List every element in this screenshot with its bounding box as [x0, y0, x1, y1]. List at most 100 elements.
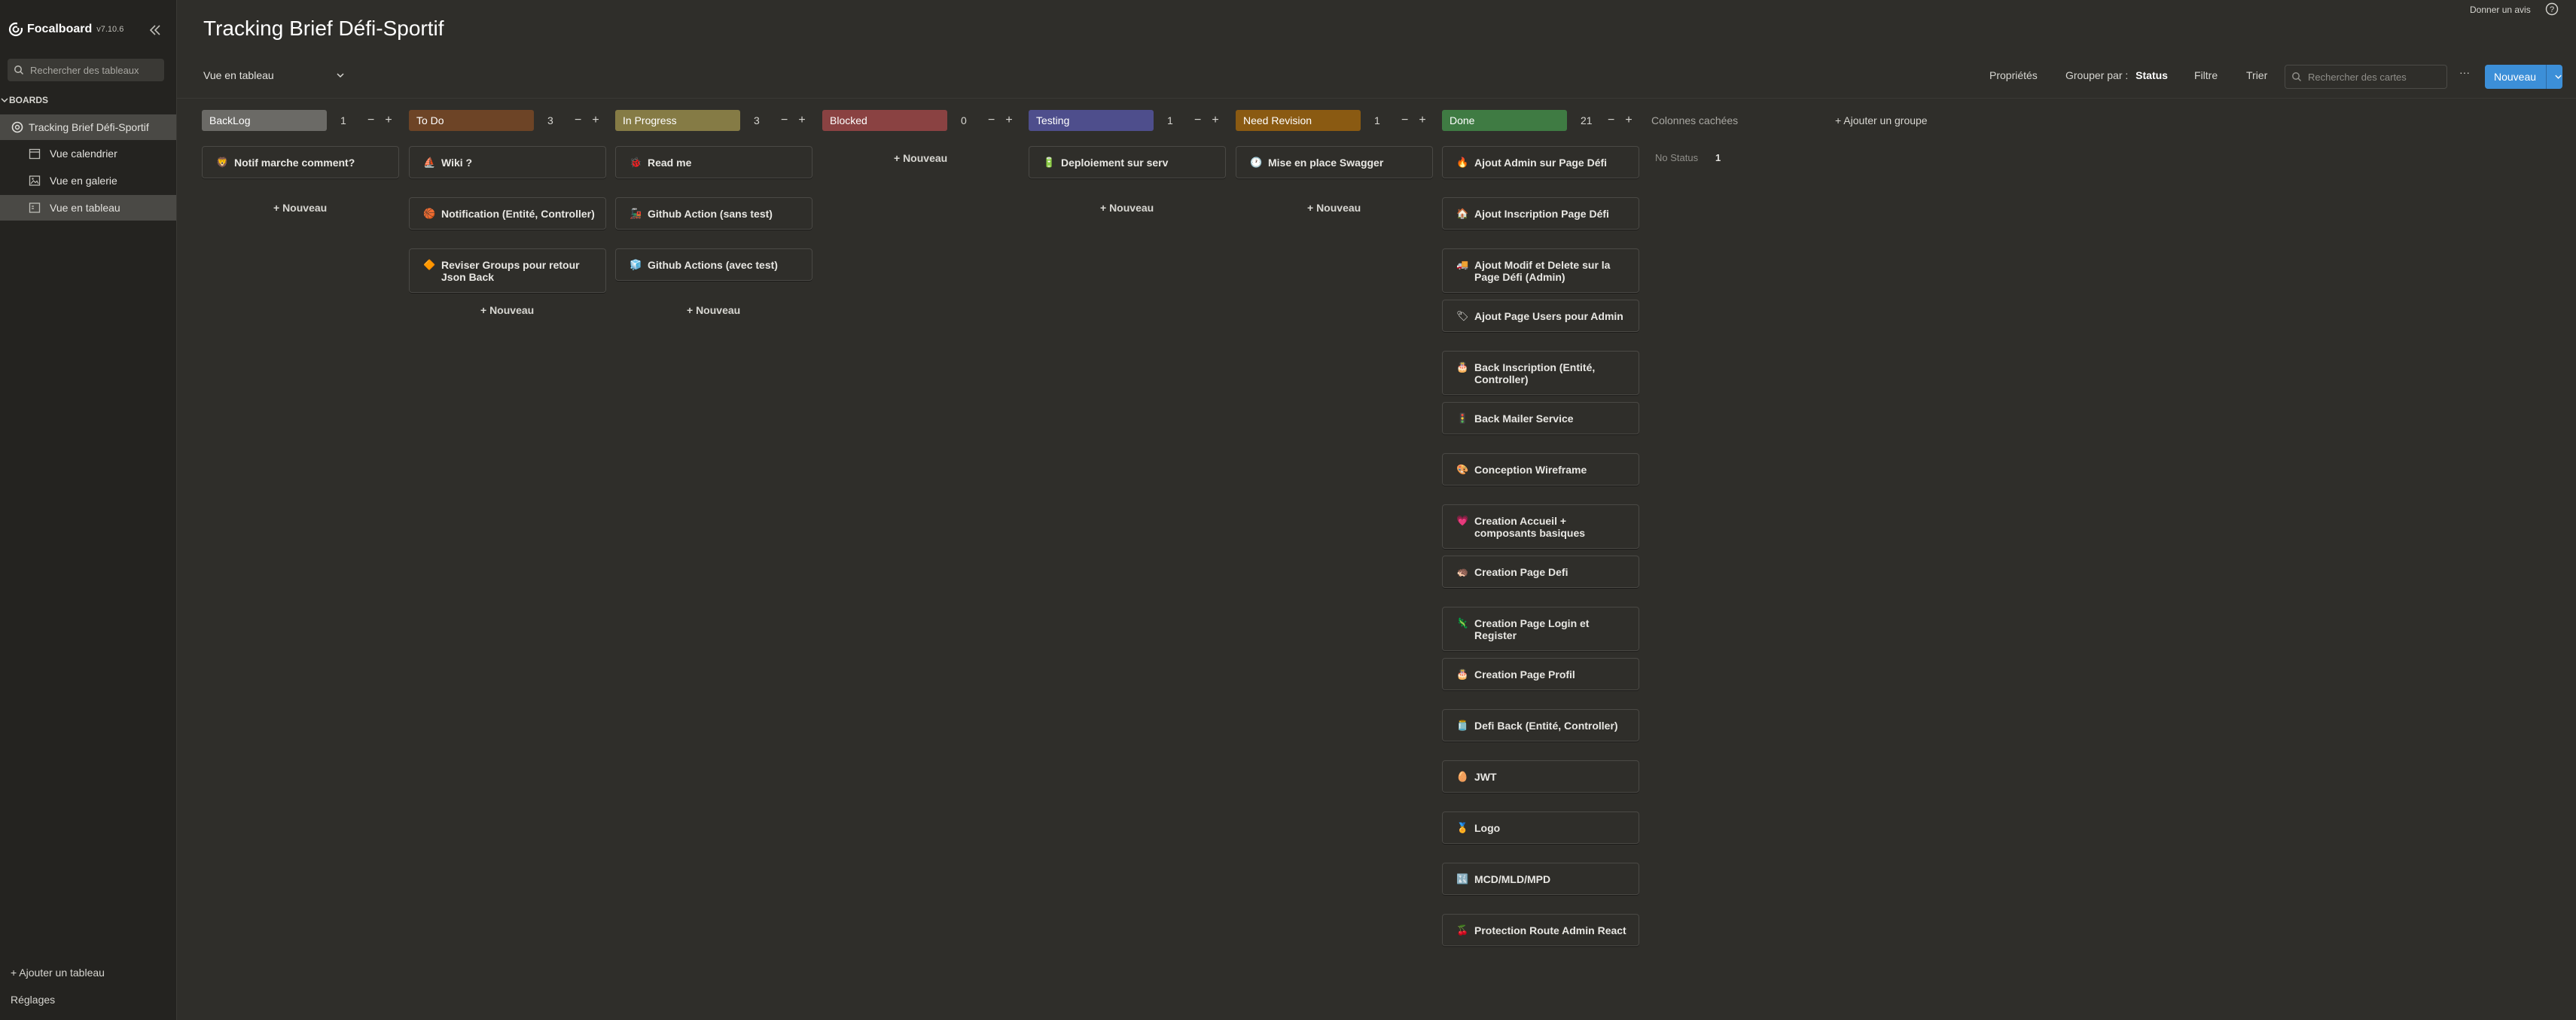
collapse-sidebar-icon[interactable]	[148, 23, 163, 38]
card-title: Back Mailer Service	[1474, 413, 1574, 425]
column-title[interactable]: Done	[1442, 110, 1567, 131]
column-header: Done 21 − +	[1442, 110, 1632, 131]
add-card-button[interactable]: + Nouveau	[894, 152, 947, 164]
card-title: Back Inscription (Entité, Controller)	[1474, 361, 1596, 385]
chevron-down-icon[interactable]	[2554, 72, 2562, 81]
view-selector[interactable]: Vue en tableau	[203, 69, 345, 81]
board-card[interactable]: 🐞 Read me	[615, 146, 812, 178]
column-options-button[interactable]: −	[367, 114, 374, 127]
column-add-button[interactable]: +	[1005, 114, 1012, 127]
sidebar-item-gallery[interactable]: Vue en galerie	[0, 168, 176, 193]
board-card[interactable]: 🎂 Back Inscription (Entité, Controller)	[1442, 351, 1639, 395]
board-card[interactable]: ⛵ Wiki ?	[409, 146, 606, 178]
column-add-button[interactable]: +	[385, 114, 392, 127]
no-status-column[interactable]: No Status	[1655, 152, 1698, 163]
more-options-button[interactable]: ···	[2459, 66, 2470, 78]
card-emoji-icon: 🔣	[1456, 873, 1469, 885]
new-card-button[interactable]: Nouveau	[2485, 65, 2562, 89]
column-options-button[interactable]: −	[988, 114, 995, 127]
sidebar: Focalboard v7.10.6 BOARDS Tracking Brief…	[0, 0, 177, 1020]
column-add-button[interactable]: +	[1625, 114, 1632, 127]
column-options-button[interactable]: −	[1608, 114, 1614, 127]
card-title: Github Actions (avec test)	[648, 259, 778, 271]
card-emoji-icon: 🏀	[423, 208, 436, 219]
board-card[interactable]: 🧊 Github Actions (avec test)	[615, 248, 812, 281]
add-card-button[interactable]: + Nouveau	[273, 202, 327, 214]
column-title[interactable]: BackLog	[202, 110, 327, 131]
card-emoji-icon: 💗	[1456, 515, 1469, 526]
column-add-button[interactable]: +	[798, 114, 805, 127]
column-add-button[interactable]: +	[1212, 114, 1218, 127]
board-card[interactable]: 🏀 Notification (Entité, Controller)	[409, 197, 606, 230]
column-count: 21	[1581, 114, 1593, 126]
feedback-link[interactable]: Donner un avis	[2470, 5, 2531, 15]
button-separator	[2546, 65, 2547, 89]
board-card[interactable]: 🔣 MCD/MLD/MPD	[1442, 863, 1639, 895]
column-title[interactable]: Blocked	[822, 110, 947, 131]
card-title: Read me	[648, 157, 692, 169]
board-card[interactable]: 🦔 Creation Page Defi	[1442, 556, 1639, 588]
column-add-button[interactable]: +	[1419, 114, 1425, 127]
board-card[interactable]: 🎂 Creation Page Profil	[1442, 658, 1639, 690]
card-title: Notif marche comment?	[234, 157, 355, 169]
add-card-button[interactable]: + Nouveau	[1100, 202, 1154, 214]
column-header: In Progress 3 − +	[615, 110, 806, 131]
sidebar-item-calendar[interactable]: Vue calendrier	[0, 141, 176, 166]
board-search[interactable]	[8, 59, 164, 81]
column-options-button[interactable]: −	[781, 114, 788, 127]
sidebar-item-board-view[interactable]: Vue en tableau	[0, 195, 176, 221]
board-card[interactable]: 🎨 Conception Wireframe	[1442, 453, 1639, 486]
column-count: 3	[754, 114, 760, 126]
card-emoji-icon: 🎨	[1456, 464, 1469, 475]
add-card-button[interactable]: + Nouveau	[480, 304, 534, 316]
column-title[interactable]: Need Revision	[1236, 110, 1361, 131]
card-emoji-icon: 🔋	[1043, 157, 1056, 168]
board-card[interactable]: 🚦 Back Mailer Service	[1442, 402, 1639, 434]
column-options-button[interactable]: −	[1401, 114, 1408, 127]
board-card[interactable]: 🏠 Ajout Inscription Page Défi	[1442, 197, 1639, 230]
group-by-button[interactable]: Grouper par : Status	[2065, 69, 2168, 81]
board-card[interactable]: 🍒 Protection Route Admin React	[1442, 914, 1639, 946]
page-title[interactable]: Tracking Brief Défi-Sportif	[203, 17, 444, 41]
sidebar-board-item[interactable]: Tracking Brief Défi-Sportif	[0, 114, 176, 140]
settings-link[interactable]: Réglages	[11, 994, 55, 1006]
board-card[interactable]: 🏅 Logo	[1442, 811, 1639, 844]
sort-button[interactable]: Trier	[2246, 69, 2267, 81]
board-card[interactable]: 🔋 Deploiement sur serv	[1029, 146, 1226, 178]
card-search-input[interactable]	[2306, 70, 2445, 84]
card-title: MCD/MLD/MPD	[1474, 873, 1551, 885]
app-logo[interactable]: Focalboard v7.10.6	[8, 21, 123, 38]
board-card[interactable]: 🏷 Ajout Page Users pour Admin	[1442, 300, 1639, 332]
card-emoji-icon: 🥚	[1456, 771, 1469, 782]
board-icon	[11, 121, 23, 133]
column-options-button[interactable]: −	[575, 114, 581, 127]
board-card[interactable]: 🔥 Ajout Admin sur Page Défi	[1442, 146, 1639, 178]
column-title[interactable]: In Progress	[615, 110, 740, 131]
card-title: Ajout Inscription Page Défi	[1474, 208, 1609, 220]
board-card[interactable]: 🥚 JWT	[1442, 760, 1639, 793]
column-header: Need Revision 1 − +	[1236, 110, 1426, 131]
board-card[interactable]: 🦁 Notif marche comment?	[202, 146, 399, 178]
add-group-button[interactable]: + Ajouter un groupe	[1835, 114, 1928, 126]
column-title[interactable]: To Do	[409, 110, 534, 131]
card-search[interactable]	[2285, 65, 2447, 89]
board-card[interactable]: 🔶 Reviser Groups pour retour Json Back	[409, 248, 606, 293]
column-options-button[interactable]: −	[1194, 114, 1201, 127]
board-card[interactable]: 🫙 Defi Back (Entité, Controller)	[1442, 709, 1639, 741]
filter-button[interactable]: Filtre	[2194, 69, 2218, 81]
column-add-button[interactable]: +	[592, 114, 599, 127]
board-card[interactable]: 🚚 Ajout Modif et Delete sur la Page Défi …	[1442, 248, 1639, 293]
boards-section-header[interactable]: BOARDS	[0, 95, 48, 105]
board-card[interactable]: 🦎 Creation Page Login et Register	[1442, 607, 1639, 651]
board-card[interactable]: 🕐 Mise en place Swagger	[1236, 146, 1433, 178]
add-board-link[interactable]: + Ajouter un tableau	[11, 967, 105, 979]
properties-button[interactable]: Propriétés	[1989, 69, 2038, 81]
column-title[interactable]: Testing	[1029, 110, 1154, 131]
header-divider	[176, 98, 2576, 99]
board-search-input[interactable]	[29, 63, 160, 77]
board-card[interactable]: 💗 Creation Accueil + composants basiques	[1442, 504, 1639, 549]
add-card-button[interactable]: + Nouveau	[687, 304, 740, 316]
add-card-button[interactable]: + Nouveau	[1307, 202, 1361, 214]
help-icon[interactable]: ?	[2545, 2, 2559, 16]
board-card[interactable]: 🚂 Github Action (sans test)	[615, 197, 812, 230]
